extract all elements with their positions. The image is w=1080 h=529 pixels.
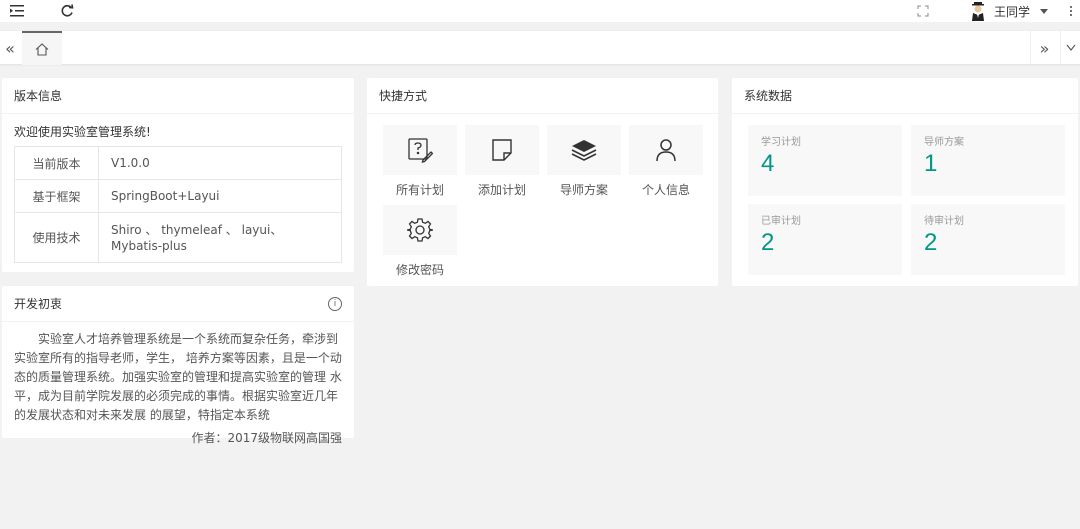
row-value: V1.0.0 (98, 146, 342, 180)
stat-pending-plans[interactable]: 待审计划 2 (911, 204, 1065, 275)
table-row: 基于框架 SpringBoot+Layui (14, 179, 342, 213)
card-title-text: 开发初衷 (14, 297, 63, 311)
table-row: 使用技术 Shiro 、 thymeleaf 、 layui、Mybatis-p… (14, 212, 342, 263)
stat-label: 导师方案 (924, 137, 964, 148)
shortcut-label[interactable]: 添加计划 (465, 181, 539, 198)
fullscreen-icon[interactable] (914, 2, 932, 20)
card-title: 开发初衷 i (2, 286, 354, 322)
stat-value: 2 (924, 229, 938, 256)
welcome-text: 欢迎使用实验室管理系统! (14, 125, 151, 139)
stat-label: 待审计划 (924, 216, 964, 227)
stat-label: 学习计划 (761, 137, 801, 148)
card-title: 快捷方式 (367, 78, 718, 114)
caret-down-icon[interactable] (1040, 8, 1048, 14)
card-title: 系统数据 (732, 78, 1078, 114)
refresh-icon[interactable] (58, 2, 76, 20)
menu-fold-icon[interactable] (8, 2, 26, 20)
double-chevron-right-icon[interactable]: » (1030, 31, 1058, 65)
row-value: SpringBoot+Layui (98, 179, 342, 213)
row-key: 当前版本 (14, 146, 99, 180)
double-chevron-left-icon[interactable]: « (0, 31, 20, 65)
shortcut-label[interactable]: 所有计划 (383, 181, 457, 198)
dev-purpose-card: 开发初衷 i 实验室人才培养管理系统是一个系统而复杂任务，牵涉到实验室所有的指导… (2, 286, 354, 445)
row-key: 基于框架 (14, 179, 99, 213)
info-icon[interactable]: i (328, 297, 342, 311)
add-file-icon (492, 139, 512, 161)
stat-study-plans[interactable]: 学习计划 4 (748, 125, 902, 196)
user-icon (656, 139, 676, 162)
tab-bar: « » (0, 30, 1080, 65)
shortcut-add-plan[interactable]: 添加计划 (465, 125, 539, 198)
version-card: 版本信息 欢迎使用实验室管理系统! 当前版本 V1.0.0 基于框架 Sprin… (2, 78, 354, 272)
top-header: 王同学 (0, 0, 1080, 22)
tab-home[interactable] (22, 31, 62, 65)
edit-note-icon (408, 138, 433, 163)
stat-value: 4 (761, 150, 775, 177)
stat-reviewed-plans[interactable]: 已审计划 2 (748, 204, 902, 275)
card-title: 版本信息 (2, 78, 354, 114)
shortcut-label[interactable]: 修改密码 (383, 261, 457, 278)
shortcut-tutor-plan[interactable]: 导师方案 (547, 125, 621, 198)
system-stats-card: 系统数据 学习计划 4 导师方案 1 已审计划 2 待审计划 2 (732, 78, 1078, 286)
row-key: 使用技术 (14, 212, 99, 263)
home-icon (35, 42, 49, 56)
shortcut-label[interactable]: 导师方案 (547, 181, 621, 198)
version-table: 当前版本 V1.0.0 基于框架 SpringBoot+Layui 使用技术 S… (14, 146, 342, 263)
user-menu[interactable]: 王同学 (970, 0, 1048, 22)
stat-value: 1 (924, 150, 938, 177)
table-row: 当前版本 V1.0.0 (14, 146, 342, 180)
shortcut-card: 快捷方式 所有计划 添加计划 导师方案 个人信息 修改密码 (367, 78, 718, 286)
row-value: Shiro 、 thymeleaf 、 layui、Mybatis-plus (98, 212, 342, 263)
avatar (971, 2, 984, 21)
stat-value: 2 (761, 229, 775, 256)
shortcut-profile[interactable]: 个人信息 (629, 125, 703, 198)
shortcut-label[interactable]: 个人信息 (629, 181, 703, 198)
gear-icon (407, 218, 433, 242)
shortcut-change-password[interactable]: 修改密码 (383, 205, 457, 278)
author-text: 作者：2017级物联网高国强 (191, 431, 342, 445)
stat-label: 已审计划 (761, 216, 801, 227)
dev-purpose-text: 实验室人才培养管理系统是一个系统而复杂任务，牵涉到实验室所有的指导老师，学生， … (14, 332, 342, 422)
layers-icon (571, 140, 597, 161)
chevron-down-icon[interactable] (1060, 31, 1080, 65)
user-name[interactable]: 王同学 (994, 3, 1030, 20)
stat-tutor-plans[interactable]: 导师方案 1 (911, 125, 1065, 196)
more-vertical-icon[interactable] (1066, 2, 1076, 20)
shortcut-all-plans[interactable]: 所有计划 (383, 125, 457, 198)
